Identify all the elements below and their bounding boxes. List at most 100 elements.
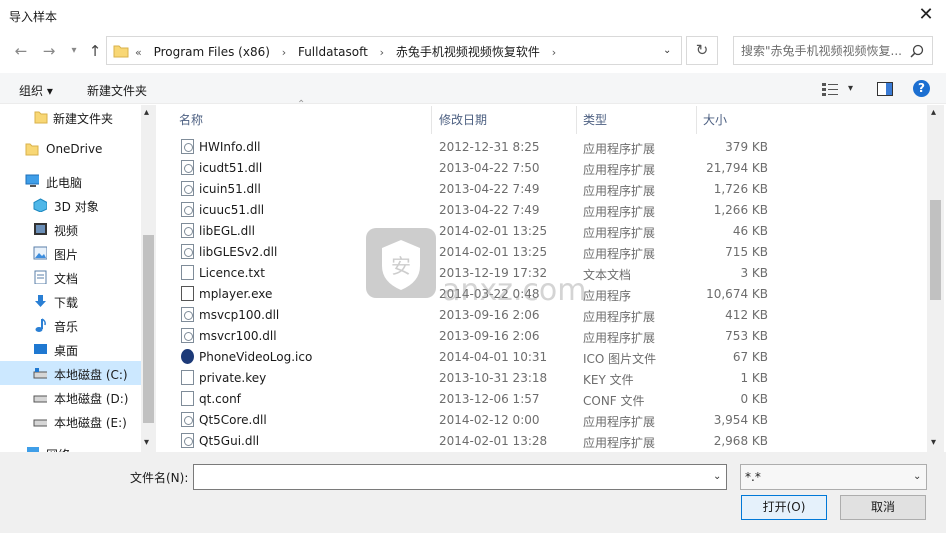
recent-locations-chevron-icon[interactable]: ▾ [63,40,85,62]
file-type: 应用程序扩展 [583,310,656,324]
file-type: KEY 文件 [583,373,634,387]
dll-file-icon [181,160,194,175]
view-options-icon[interactable] [822,82,840,96]
file-name: msvcp100.dll [199,308,280,322]
filetype-dropdown-icon[interactable]: ⌄ [913,471,921,482]
sidebar-item-music[interactable]: 音乐 [0,313,142,337]
sidebar-item-drive-e[interactable]: 本地磁盘 (E:) [0,409,142,433]
table-row[interactable]: Qt5Gui.dll 2014-02-01 13:28 应用程序扩展 2,968 KB [172,430,788,451]
scroll-down-icon[interactable]: ▾ [144,437,149,448]
column-divider[interactable] [696,106,697,134]
breadcrumb-separator[interactable]: › [552,46,556,59]
video-icon [34,223,47,235]
file-name: icudt51.dll [199,161,263,175]
column-header-date[interactable]: 修改日期 [439,106,487,134]
view-dropdown-icon[interactable]: ▾ [848,83,853,94]
sidebar-item-label: 此电脑 [46,176,83,190]
file-name: qt.conf [199,392,241,406]
file-type: CONF 文件 [583,394,645,408]
refresh-icon[interactable]: ↻ [686,36,718,65]
search-input[interactable] [734,37,904,64]
sidebar-item-label: 视频 [54,224,79,238]
title-bar [0,0,946,31]
filename-dropdown-icon[interactable]: ⌄ [713,471,721,482]
table-row[interactable]: msvcr100.dll 2013-09-16 2:06 应用程序扩展 753 KB [172,325,788,346]
column-header-name[interactable]: 名称 [179,106,203,134]
sidebar-item-label: 音乐 [54,320,79,334]
folder-icon [113,45,129,58]
sidebar-item-drive-d[interactable]: 本地磁盘 (D:) [0,385,142,409]
table-row[interactable]: mplayer.exe 2014-03-22 0:48 应用程序 10,674 KB [172,283,788,304]
dll-file-icon [181,433,194,448]
breadcrumb-separator[interactable]: › [380,46,384,59]
table-row[interactable]: libGLESv2.dll 2014-02-01 13:25 应用程序扩展 715 K… [172,241,788,262]
sidebar-item-network[interactable]: 网络 [0,441,142,452]
drive-icon [33,419,47,427]
search-icon[interactable] [910,44,924,58]
sidebar-item-pictures[interactable]: 图片 [0,241,142,265]
file-list-scrollbar-thumb[interactable] [930,200,941,300]
search-box[interactable] [733,36,933,65]
sidebar-item-downloads[interactable]: 下载 [0,289,142,313]
sidebar-item-new-folder[interactable]: 新建文件夹 [0,105,142,129]
file-date: 2014-02-01 13:25 [439,224,548,238]
scroll-up-icon[interactable]: ▴ [144,107,149,118]
table-row[interactable]: icuin51.dll 2013-04-22 7:49 应用程序扩展 1,726 KB [172,178,788,199]
file-date: 2014-02-01 13:28 [439,434,548,448]
table-row[interactable]: PhoneVideoLog.ico 2014-04-01 10:31 ICO 图片文… [172,346,788,367]
help-icon[interactable]: ? [913,80,930,97]
sidebar-item-videos[interactable]: 视频 [0,217,142,241]
file-size: 753 KB [725,329,768,343]
sidebar-scrollbar-thumb[interactable] [143,235,154,423]
cancel-button[interactable]: 取消 [840,495,926,520]
filename-combo[interactable]: ⌄ [193,464,727,490]
sidebar-item-drive-c[interactable]: 本地磁盘 (C:) [0,361,142,385]
breadcrumb-overflow[interactable]: « [135,46,142,59]
open-button[interactable]: 打开(O) [741,495,827,520]
document-icon [34,270,47,284]
scroll-down-icon[interactable]: ▾ [931,437,936,448]
table-row[interactable]: icudt51.dll 2013-04-22 7:50 应用程序扩展 21,794 K… [172,157,788,178]
column-header-type[interactable]: 类型 [583,106,607,134]
breadcrumb-program-files[interactable]: Program Files (x86) [154,45,270,59]
new-folder-button[interactable]: 新建文件夹 [87,82,147,99]
sidebar-item-desktop[interactable]: 桌面 [0,337,142,361]
preview-pane-icon[interactable] [877,82,893,96]
address-dropdown-icon[interactable]: ⌄ [663,45,671,56]
table-row[interactable]: libEGL.dll 2014-02-01 13:25 应用程序扩展 46 KB [172,220,788,241]
breadcrumb-fulldatasoft[interactable]: Fulldatasoft [298,45,368,59]
filetype-select[interactable]: *.* ⌄ [740,464,927,490]
column-divider[interactable] [431,106,432,134]
organize-button[interactable]: 组织 ▾ [19,82,53,99]
table-row[interactable]: private.key 2013-10-31 23:18 KEY 文件 1 KB [172,367,788,388]
close-icon[interactable]: ✕ [914,4,938,26]
address-bar[interactable]: « Program Files (x86) › Fulldatasoft › 赤… [106,36,682,65]
file-type: 应用程序 [583,289,632,303]
breadcrumb-separator[interactable]: › [282,46,286,59]
sidebar-item-3d-objects[interactable]: 3D 对象 [0,193,142,217]
column-header-size[interactable]: 大小 [703,106,727,134]
file-date: 2013-04-22 7:49 [439,182,540,196]
dll-file-icon [181,307,194,322]
sidebar-item-documents[interactable]: 文档 [0,265,142,289]
sidebar-item-this-pc[interactable]: 此电脑 [0,169,142,193]
table-row[interactable]: HWInfo.dll 2012-12-31 8:25 应用程序扩展 379 KB [172,136,788,157]
table-row[interactable]: Qt5Core.dll 2014-02-12 0:00 应用程序扩展 3,954 KB [172,409,788,430]
forward-arrow-icon[interactable]: → [38,40,60,62]
file-name: icuin51.dll [199,182,261,196]
filename-input[interactable] [194,465,694,489]
column-divider[interactable] [576,106,577,134]
up-arrow-icon[interactable]: ↑ [84,40,106,62]
table-row[interactable]: msvcp100.dll 2013-09-16 2:06 应用程序扩展 412 KB [172,304,788,325]
txt-file-icon [181,265,194,280]
table-row[interactable]: qt.conf 2013-12-06 1:57 CONF 文件 0 KB [172,388,788,409]
file-name: icuuc51.dll [199,203,265,217]
scroll-up-icon[interactable]: ▴ [931,107,936,118]
breadcrumb-app-folder[interactable]: 赤兔手机视频视频恢复软件 [396,43,540,60]
table-row[interactable]: Licence.txt 2013-12-19 17:32 文本文档 3 KB [172,262,788,283]
dll-file-icon [181,202,194,217]
back-arrow-icon[interactable]: ← [10,40,32,62]
file-type: 应用程序扩展 [583,163,656,177]
sidebar-item-onedrive[interactable]: OneDrive [0,137,142,161]
table-row[interactable]: icuuc51.dll 2013-04-22 7:49 应用程序扩展 1,266 KB [172,199,788,220]
